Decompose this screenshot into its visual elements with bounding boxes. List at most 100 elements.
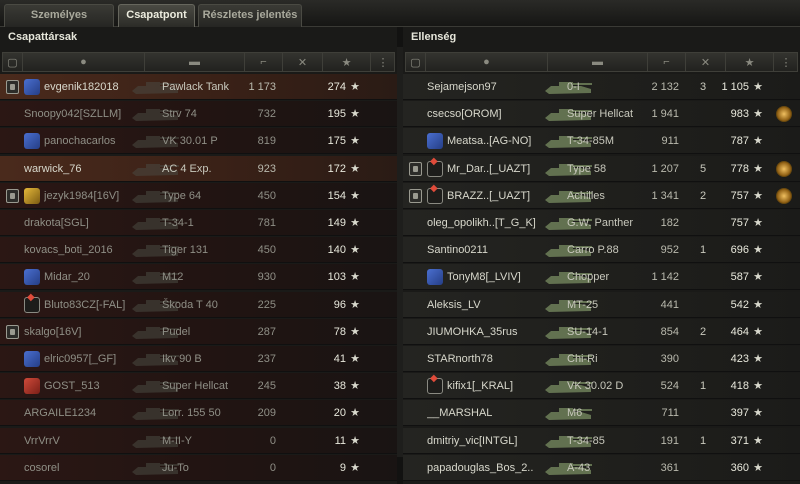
player-name[interactable]: STARnorth78 [427,346,547,372]
table-row[interactable]: kovacs_boti_2016 Tiger 131 450 140 ★ [0,237,397,264]
damage-icon[interactable]: ⌐ [648,53,686,71]
player-name[interactable]: Mr_Dar..[_UAZT] [447,156,547,182]
clan-emblem-icon [24,79,40,95]
damage-value: 911 [661,135,679,148]
table-row[interactable]: Santino0211 Carro P.88 952 1 696 ★ [403,237,800,264]
table-row[interactable]: GOST_513 Super Hellcat 245 38 ★ [0,373,397,400]
medal-icon[interactable] [776,187,792,204]
table-row[interactable]: cosorel Ju-To 0 9 ★ [0,454,397,481]
xp-value: 542 [730,298,749,311]
tab-personal-results[interactable]: Személyes eredmény [4,4,114,42]
damage-value: 524 [660,380,679,393]
xp-star-icon: ★ [753,108,763,121]
xp-star-icon: ★ [753,325,763,338]
player-name[interactable]: cosorel [24,455,144,481]
player-name[interactable]: papadouglas_Bos_2.. [427,455,547,481]
player-name[interactable]: TonyM8[_LVIV] [447,264,547,290]
player-name[interactable]: JIUMOHKA_35rus [427,319,547,345]
tank-icon[interactable]: ▬ [548,53,648,71]
table-row[interactable]: VrrVrrV M-II-Y 0 11 ★ [0,427,397,454]
damage-value: 245 [257,380,276,393]
damage-value: 781 [257,217,276,229]
player-icon[interactable]: ● [23,53,145,71]
table-row[interactable]: BRAZZ..[_UAZT]Achilles1 3412757★ [403,182,800,209]
damage-icon[interactable]: ⌐ [245,53,283,71]
clan-emblem-icon [24,378,40,395]
more-icon[interactable]: ⋮ [371,53,395,71]
xp-star-icon[interactable]: ★ [726,53,774,71]
damage-value: 930 [257,271,276,284]
player-name[interactable]: oleg_opolikh..[T_G_K] [427,210,547,236]
table-row[interactable]: panochacarlos VK 30.01 P 819 175 ★ [0,128,397,155]
player-name[interactable]: drakota[SGL] [24,210,144,236]
player-name[interactable]: VrrVrrV [24,428,144,454]
damage-value: 191 [660,434,679,447]
kills-icon[interactable]: ✕ [686,53,726,71]
xp-star-icon: ★ [753,407,763,420]
table-row[interactable]: Snoopy042[SZLLM] Strv 74 732 195 ★ [0,101,397,128]
table-row[interactable]: elric0957[_GF] Ikv 90 B 237 41 ★ [0,346,397,372]
tab-team-score[interactable]: Csapatpont [118,4,195,28]
player-name[interactable]: Santino0211 [427,237,547,263]
tab-bar: Személyes eredmény Csapatpont Részletes … [0,0,800,42]
player-name[interactable]: kifix1[_KRAL] [447,373,547,399]
table-row[interactable]: warwick_76 AC 4 Exp. 923 172 ★ [0,155,397,182]
damage-value: 711 [661,407,679,420]
medal-icon[interactable] [776,160,792,177]
tank-icon[interactable]: ▬ [145,53,245,71]
table-row[interactable]: csecso[OROM] Super Hellcat 1 941 983 ★ [403,101,800,128]
table-row[interactable]: papadouglas_Bos_2.. A-43 361 360 ★ [403,454,800,481]
clan-emblem-icon [427,183,443,204]
player-name[interactable]: warwick_76 [24,156,144,182]
table-row[interactable]: oleg_opolikh..[T_G_K] G.W. Panther 182 757 ★ [403,210,800,236]
kills-icon[interactable]: ✕ [283,53,323,71]
table-row[interactable]: skalgo[16V] Pudel 287 78 ★ [0,318,397,345]
damage-value: 819 [257,135,276,148]
player-name[interactable]: dmitriy_vic[INTGL] [427,428,547,454]
table-row[interactable]: TonyM8[_LVIV] Chopper 1 142 587 ★ [403,264,800,291]
platoon-icon [6,80,19,94]
table-row[interactable]: kifix1[_KRAL]VK 30.02 D5241418★ [403,373,800,400]
player-name[interactable]: csecso[OROM] [427,101,547,127]
player-name[interactable]: kovacs_boti_2016 [24,237,144,263]
table-row[interactable]: Meatsa..[AG-NO] T-34-85M 911 787 ★ [403,128,800,155]
player-name[interactable]: Sejamejson97 [427,74,547,100]
medal-icon[interactable] [776,106,792,123]
table-row[interactable]: __MARSHAL M6 711 397 ★ [403,400,800,427]
xp-value: 11 [334,434,346,447]
player-name[interactable]: ARGAILE1234 [24,400,144,426]
xp-star-icon: ★ [753,162,763,175]
player-name[interactable]: skalgo[16V] [24,319,144,345]
table-row[interactable]: drakota[SGL] T-34-1 781 149 ★ [0,210,397,236]
player-icon[interactable]: ● [426,53,548,71]
table-row[interactable]: Aleksis_LV MT-25 441 542 ★ [403,291,800,318]
player-name[interactable]: Meatsa..[AG-NO] [447,128,547,154]
player-name[interactable]: Aleksis_LV [427,292,547,318]
allies-column-header: ▢ ● ▬ ⌐ ✕ ★ ⋮ [2,52,395,72]
more-icon[interactable]: ⋮ [774,53,798,71]
xp-star-icon: ★ [350,244,360,257]
table-row[interactable]: Bluto83CZ[-FAL]Škoda T 4022596★ [0,291,397,318]
table-row[interactable]: ARGAILE1234 Lorr. 155 50 209 20 ★ [0,400,397,427]
player-name[interactable]: Snoopy042[SZLLM] [24,101,144,127]
tab-detailed-report[interactable]: Részletes jelentés [198,4,302,27]
xp-value: 154 [327,189,346,202]
clan-emblem-icon [24,133,40,150]
table-row[interactable]: jezyk1984[16V] Type 64 450 154 ★ [0,182,397,209]
table-row[interactable]: STARnorth78 Chi-Ri 390 423 ★ [403,346,800,372]
xp-value: 175 [327,135,346,148]
player-name[interactable]: __MARSHAL [427,400,547,426]
table-row[interactable]: Mr_Dar..[_UAZT]Type 581 2075778★ [403,155,800,182]
player-name[interactable]: BRAZZ..[_UAZT] [447,183,547,209]
xp-star-icon: ★ [350,325,360,338]
xp-star-icon: ★ [753,189,763,202]
table-row[interactable]: Sejamejson97 0-I 2 132 3 1 105 ★ [403,74,800,100]
table-row[interactable]: evgenik182018 Pawlack Tank 1 173 274 ★ [0,74,397,100]
damage-value: 854 [660,325,679,338]
table-row[interactable]: Midar_20 M12 930 103 ★ [0,264,397,291]
xp-star-icon[interactable]: ★ [323,53,371,71]
table-row[interactable]: JIUMOHKA_35rus SU-14-1 854 2 464 ★ [403,318,800,345]
clan-emblem-icon [427,373,443,395]
xp-star-icon: ★ [350,461,360,474]
table-row[interactable]: dmitriy_vic[INTGL] T-34-85 191 1 371 ★ [403,427,800,454]
